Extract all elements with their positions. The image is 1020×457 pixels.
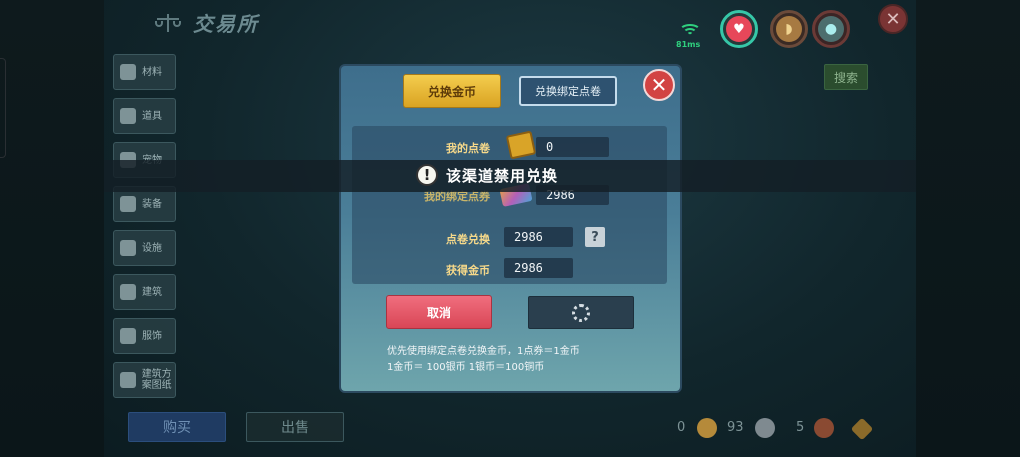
my-points-label: 我的点卷 bbox=[446, 142, 490, 155]
close-icon: ✕ bbox=[650, 73, 668, 97]
exchange-amount-label: 点卷兑换 bbox=[446, 233, 490, 246]
ping-text: 81ms bbox=[676, 40, 701, 49]
hunger-button[interactable]: ◗ bbox=[770, 10, 808, 48]
sidebar-item-label: 设施 bbox=[142, 242, 162, 254]
gold-coin-icon bbox=[697, 418, 717, 438]
my-points-value: 0 bbox=[536, 137, 609, 157]
sidebar-item-label: 装备 bbox=[142, 198, 162, 210]
exchange-rate-note: 优先使用绑定点卷兑换金币，1点券＝1金币 1金币＝ 100银币 1银币＝100铜… bbox=[387, 344, 647, 376]
item-icon bbox=[120, 108, 136, 124]
note-line: 1金币＝ 100银币 1银币＝100铜币 bbox=[387, 362, 545, 373]
sidebar-item-clothing[interactable]: 服饰 bbox=[113, 318, 176, 354]
equipment-icon bbox=[120, 196, 136, 212]
silver-coin-icon bbox=[755, 418, 775, 438]
help-button[interactable]: ? bbox=[585, 227, 605, 247]
exchange-amount-input[interactable]: 2986 bbox=[504, 227, 573, 247]
sidebar-item-facility[interactable]: 设施 bbox=[113, 230, 176, 266]
material-icon bbox=[120, 64, 136, 80]
obtain-gold-label: 获得金币 bbox=[446, 264, 490, 277]
building-icon bbox=[120, 284, 136, 300]
water-drop-icon: ● bbox=[818, 16, 844, 42]
tab-exchange-bound-points[interactable]: 兑换绑定点卷 bbox=[519, 76, 617, 106]
clothing-icon bbox=[120, 328, 136, 344]
cancel-button[interactable]: 取消 bbox=[386, 295, 492, 329]
sidebar-item-building[interactable]: 建筑 bbox=[113, 274, 176, 310]
copper-count: 5 bbox=[796, 420, 805, 435]
buy-button[interactable]: 购买 bbox=[128, 412, 226, 442]
gold-count: 0 bbox=[677, 420, 686, 435]
warning-icon: ! bbox=[416, 164, 438, 186]
thirst-button[interactable]: ● bbox=[812, 10, 850, 48]
side-handle[interactable] bbox=[0, 58, 6, 158]
note-line: 优先使用绑定点卷兑换金币，1点券＝1金币 bbox=[387, 346, 580, 357]
loading-spinner-icon bbox=[572, 303, 590, 322]
confirm-button[interactable] bbox=[528, 296, 634, 329]
sidebar-item-material[interactable]: 材料 bbox=[113, 54, 176, 90]
health-button[interactable]: ♥ bbox=[720, 10, 758, 48]
silver-count: 93 bbox=[727, 420, 744, 435]
sidebar-item-label: 道具 bbox=[142, 110, 162, 122]
sidebar-item-label: 建筑方案图纸 bbox=[141, 369, 172, 391]
sidebar-item-blueprint[interactable]: 建筑方案图纸 bbox=[113, 362, 176, 398]
close-exchange-button[interactable]: ✕ bbox=[878, 4, 908, 34]
page-title: 交易所 bbox=[193, 12, 259, 36]
copper-coin-icon bbox=[814, 418, 834, 438]
tab-exchange-gold[interactable]: 兑换金币 bbox=[403, 74, 501, 108]
sell-button[interactable]: 出售 bbox=[246, 412, 344, 442]
sidebar-item-label: 材料 bbox=[142, 66, 162, 78]
page-header: 交易所 bbox=[155, 8, 259, 37]
toast-text: 该渠道禁用兑换 bbox=[446, 166, 559, 185]
sidebar-item-label: 建筑 bbox=[142, 286, 162, 298]
heart-icon: ♥ bbox=[726, 16, 752, 42]
blueprint-icon bbox=[120, 372, 136, 388]
game-screen: 交易所 81ms ♥ ◗ ● ✕ 材料 道具 宠物 装备 bbox=[0, 0, 1020, 457]
food-icon: ◗ bbox=[776, 16, 802, 42]
facility-icon bbox=[120, 240, 136, 256]
toast-message: ! 该渠道禁用兑换 bbox=[416, 164, 558, 186]
dialog-close-button[interactable]: ✕ bbox=[643, 69, 675, 101]
scale-icon bbox=[155, 12, 181, 34]
wifi-icon bbox=[678, 24, 702, 38]
sidebar-item-label: 服饰 bbox=[142, 330, 162, 342]
obtain-gold-value: 2986 bbox=[504, 258, 573, 278]
sidebar-item-item[interactable]: 道具 bbox=[113, 98, 176, 134]
close-icon: ✕ bbox=[885, 8, 901, 30]
search-button[interactable]: 搜索 bbox=[824, 64, 868, 90]
